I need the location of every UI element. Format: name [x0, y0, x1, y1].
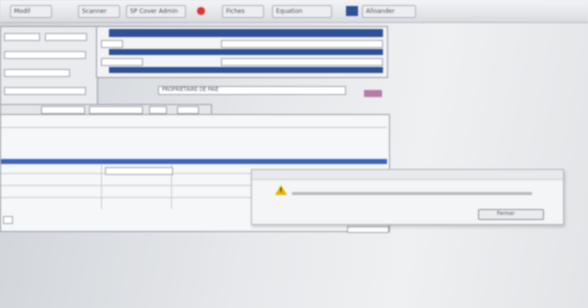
column-divider — [101, 165, 102, 209]
toolbar-button-modif[interactable]: Modif — [10, 5, 52, 18]
list-header — [1, 159, 387, 164]
form-field[interactable] — [4, 33, 40, 41]
toolbar-button-scanner[interactable]: Scanner — [78, 5, 120, 18]
form-field[interactable] — [45, 33, 87, 41]
hint-text: PROPRIETAIRE DE PAIE — [162, 87, 219, 93]
dialog-titlebar — [252, 170, 563, 180]
toolbar-button-equation[interactable]: Equation — [272, 5, 332, 18]
sub-toolbar-button[interactable] — [149, 106, 167, 114]
form-field[interactable] — [4, 87, 86, 95]
screen: Modif Scanner SP Cover Admin Fiches Equa… — [0, 0, 588, 308]
warning-dialog: ! Fermer — [251, 169, 564, 225]
description-field[interactable] — [221, 40, 383, 48]
toolbar-label: Alloander — [366, 8, 395, 15]
app-icon[interactable] — [346, 6, 358, 16]
header-bar — [109, 67, 383, 73]
sub-toolbar-button[interactable] — [177, 106, 199, 114]
header-fields-panel — [96, 26, 388, 78]
toolbar-label: Scanner — [82, 8, 107, 15]
record-icon[interactable] — [197, 7, 205, 15]
left-form-panel — [0, 26, 98, 108]
desktop-content: Modif Scanner SP Cover Admin Fiches Equa… — [0, 0, 588, 308]
table-cell[interactable] — [105, 167, 173, 175]
hint-field[interactable]: PROPRIETAIRE DE PAIE — [158, 86, 346, 95]
toolbar: Modif Scanner SP Cover Admin Fiches Equa… — [0, 0, 588, 23]
header-bar — [109, 49, 383, 55]
header-bar — [109, 29, 383, 37]
toolbar-label: Modif — [14, 8, 31, 15]
toolbar-label: SP Cover Admin — [130, 8, 178, 15]
sub-toolbar-field[interactable] — [89, 106, 143, 114]
dialog-ok-label: Fermer — [497, 211, 515, 217]
toolbar-button-alloander[interactable]: Alloander — [362, 5, 416, 18]
form-field[interactable] — [4, 51, 86, 59]
warning-icon: ! — [275, 185, 287, 195]
toolbar-button-cover[interactable]: SP Cover Admin — [126, 5, 186, 18]
code-field[interactable] — [101, 40, 123, 48]
form-field[interactable] — [4, 69, 70, 77]
color-swatch — [364, 90, 382, 97]
list-row-divider — [1, 127, 387, 128]
toolbar-label: Equation — [276, 8, 303, 15]
dialog-message-blur — [292, 192, 532, 195]
toolbar-button-fiches[interactable]: Fiches — [222, 5, 264, 18]
description-field[interactable] — [221, 58, 383, 66]
code-field[interactable] — [101, 58, 143, 66]
bottom-button[interactable] — [347, 226, 389, 233]
table-cell[interactable] — [3, 216, 13, 224]
dialog-ok-button[interactable]: Fermer — [478, 209, 544, 220]
toolbar-label: Fiches — [226, 8, 245, 15]
sub-toolbar-field[interactable] — [41, 106, 85, 114]
